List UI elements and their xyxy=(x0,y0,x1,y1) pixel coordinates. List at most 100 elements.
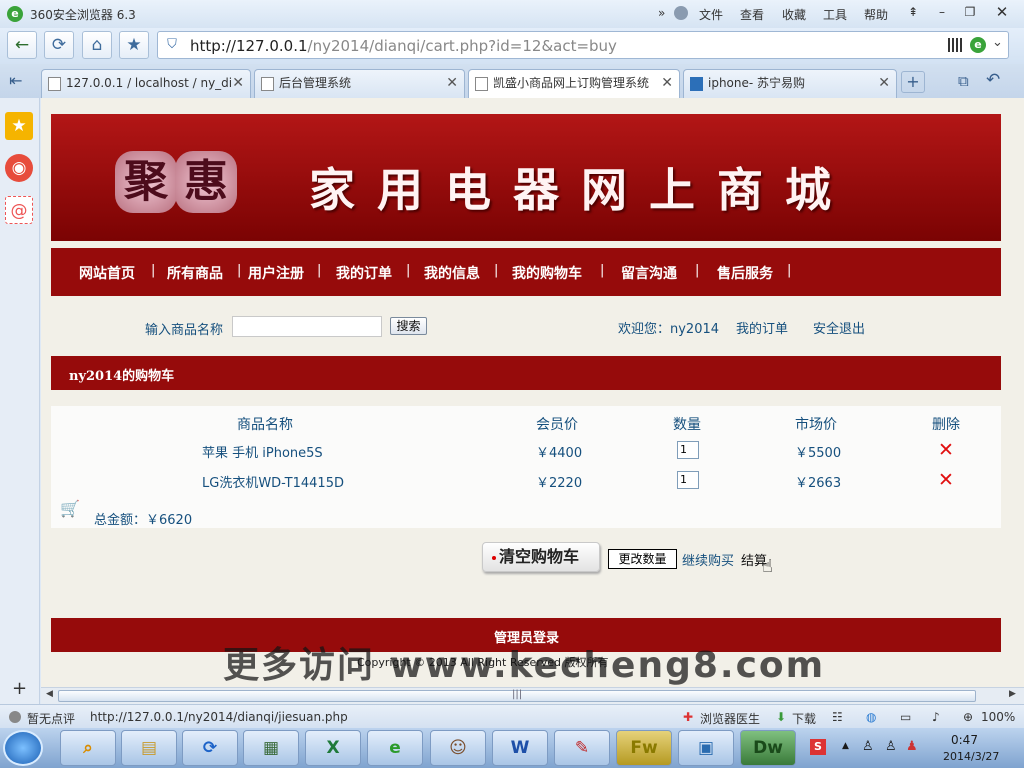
tab-close-icon[interactable]: ✕ xyxy=(446,70,458,97)
column-header-quantity: 数量 xyxy=(673,417,701,433)
nav-my-cart[interactable]: 我的购物车 xyxy=(512,263,582,283)
tab-close-icon[interactable]: ✕ xyxy=(661,70,673,97)
weibo-icon[interactable]: ◉ xyxy=(5,154,33,182)
browser-doctor[interactable]: 浏览器医生 xyxy=(700,710,760,727)
tab-close-icon[interactable]: ✕ xyxy=(878,70,890,97)
rating-text[interactable]: 暂无点评 xyxy=(27,710,75,727)
taskbar-search-icon[interactable]: ⌕ xyxy=(60,730,116,766)
window-icon[interactable]: ▭ xyxy=(900,710,911,724)
clock-time[interactable]: 0:47 xyxy=(951,733,978,747)
minimize-button[interactable]: – xyxy=(930,2,954,22)
taskbar-explorer-icon[interactable]: ▤ xyxy=(121,730,177,766)
refresh-icon[interactable]: ⟳ xyxy=(44,31,74,59)
zoom-icon[interactable]: ⊕ xyxy=(963,710,973,724)
close-button[interactable]: ✕ xyxy=(990,2,1014,22)
nav-separator: | xyxy=(494,263,499,278)
add-sidebar-icon[interactable]: + xyxy=(12,678,27,699)
zoom-level[interactable]: 100% xyxy=(981,710,1015,724)
tray-qq3-icon[interactable]: ♟ xyxy=(906,739,918,754)
menu-help[interactable]: 帮助 xyxy=(864,6,888,23)
horizontal-scrollbar[interactable]: ◀ ||| ▶ xyxy=(41,687,1024,704)
tray-qq-icon[interactable]: ♙ xyxy=(862,739,874,754)
taskbar-eraser-icon[interactable]: ✎ xyxy=(554,730,610,766)
address-dropdown-icon[interactable]: ⌄ xyxy=(992,35,1003,50)
new-tab-button[interactable]: + xyxy=(901,71,925,93)
nav-home[interactable]: 网站首页 xyxy=(79,263,135,283)
menu-file[interactable]: 文件 xyxy=(699,6,723,23)
cart-header: ny2014的购物车 xyxy=(51,356,1001,390)
nav-messages[interactable]: 留言沟通 xyxy=(621,263,677,283)
search-input[interactable] xyxy=(232,316,382,337)
favorite-star-icon[interactable]: ★ xyxy=(119,31,149,59)
nav-separator: | xyxy=(151,263,156,278)
delete-icon[interactable]: ✕ xyxy=(938,441,954,460)
download-link[interactable]: 下载 xyxy=(792,710,816,727)
taskbar-photo-icon[interactable]: ▣ xyxy=(678,730,734,766)
mail-icon[interactable]: @ xyxy=(5,196,33,224)
taskbar-excel-icon[interactable]: X xyxy=(305,730,361,766)
tab-shop[interactable]: 凯盛小商品网上订购管理系统 ✕ xyxy=(468,69,680,98)
menu-favorites[interactable]: 收藏 xyxy=(782,6,806,23)
nav-all-products[interactable]: 所有商品 xyxy=(167,263,223,283)
sidebar-toggle-icon[interactable]: ⇤ xyxy=(9,71,22,90)
address-input[interactable]: ⛉ http://127.0.0.1/ny2014/dianqi/cart.ph… xyxy=(157,31,1009,59)
nav-separator: | xyxy=(695,263,700,278)
more-icon[interactable]: » xyxy=(658,6,665,20)
back-icon[interactable]: ← xyxy=(7,31,37,59)
nav-after-sales[interactable]: 售后服务 xyxy=(717,263,773,283)
undo-close-icon[interactable]: ↶ xyxy=(986,70,1000,90)
taskbar-monitor-icon[interactable]: ▦ xyxy=(243,730,299,766)
quantity-input[interactable]: 1 xyxy=(677,441,699,459)
home-icon[interactable]: ⌂ xyxy=(82,31,112,59)
delete-icon[interactable]: ✕ xyxy=(938,471,954,490)
user-avatar-icon[interactable] xyxy=(674,6,688,20)
menu-view[interactable]: 查看 xyxy=(740,6,764,23)
tab-admin[interactable]: 后台管理系统 ✕ xyxy=(254,69,465,98)
tab-label: 凯盛小商品网上订购管理系统 xyxy=(493,76,650,90)
tab-close-icon[interactable]: ✕ xyxy=(232,70,244,97)
seal-char: 聚 xyxy=(115,151,177,213)
product-name[interactable]: 苹果 手机 iPhone5S xyxy=(202,442,323,461)
taskbar-360-icon[interactable]: e xyxy=(367,730,423,766)
nav-my-info[interactable]: 我的信息 xyxy=(424,263,480,283)
taskbar-browser-icon[interactable]: ⟳ xyxy=(182,730,238,766)
scroll-right-icon[interactable]: ▶ xyxy=(1009,689,1016,699)
maximize-button[interactable]: ❐ xyxy=(958,2,982,22)
menu-tools[interactable]: 工具 xyxy=(823,6,847,23)
quantity-input[interactable]: 1 xyxy=(677,471,699,489)
speed-icon[interactable]: ☷ xyxy=(832,710,843,724)
favorites-star-icon[interactable]: ★ xyxy=(5,112,33,140)
my-orders-link[interactable]: 我的订单 xyxy=(736,318,788,337)
update-quantity-button[interactable]: 更改数量 xyxy=(608,549,677,569)
start-button[interactable] xyxy=(3,730,43,766)
ie-icon[interactable]: ◍ xyxy=(866,710,876,724)
site-title: 家用电器网上商城 xyxy=(309,163,853,217)
taskbar-fireworks-icon[interactable]: Fw xyxy=(616,730,672,766)
scroll-left-icon[interactable]: ◀ xyxy=(46,689,53,699)
clear-cart-button[interactable]: 清空购物车 xyxy=(482,542,600,572)
product-name[interactable]: LG洗衣机WD-T14415D xyxy=(202,472,344,491)
tray-qq2-icon[interactable]: ♙ xyxy=(885,739,897,754)
tray-up-icon[interactable]: ▲ xyxy=(842,741,849,751)
cart-icon: 🛒 xyxy=(60,499,80,518)
taskbar-word-icon[interactable]: W xyxy=(492,730,548,766)
tab-phpmyadmin[interactable]: 127.0.0.1 / localhost / ny_di ✕ xyxy=(41,69,251,98)
logout-link[interactable]: 安全退出 xyxy=(813,318,865,337)
cart-title: ny2014的购物车 xyxy=(69,369,175,384)
tab-list-icon[interactable]: ⧉ xyxy=(958,72,969,90)
continue-shopping-link[interactable]: 继续购买 xyxy=(682,550,734,569)
restore-pin-icon[interactable]: ⇞ xyxy=(901,2,925,22)
qr-code-icon[interactable] xyxy=(948,38,962,52)
volume-icon[interactable]: ♪ xyxy=(932,710,940,724)
nav-separator: | xyxy=(406,263,411,278)
tab-suning[interactable]: iphone- 苏宁易购 ✕ xyxy=(683,69,897,98)
clock-date[interactable]: 2014/3/27 xyxy=(943,750,999,763)
taskbar-dreamweaver-icon[interactable]: Dw xyxy=(740,730,796,766)
ie-compat-icon[interactable]: e xyxy=(970,37,986,53)
nav-my-orders[interactable]: 我的订单 xyxy=(336,263,392,283)
scroll-thumb[interactable]: ||| xyxy=(58,689,976,702)
search-button[interactable]: 搜索 xyxy=(390,317,427,335)
tray-s-icon[interactable]: S xyxy=(810,739,826,755)
nav-register[interactable]: 用户注册 xyxy=(248,263,304,283)
taskbar-users-icon[interactable]: ☺ xyxy=(430,730,486,766)
